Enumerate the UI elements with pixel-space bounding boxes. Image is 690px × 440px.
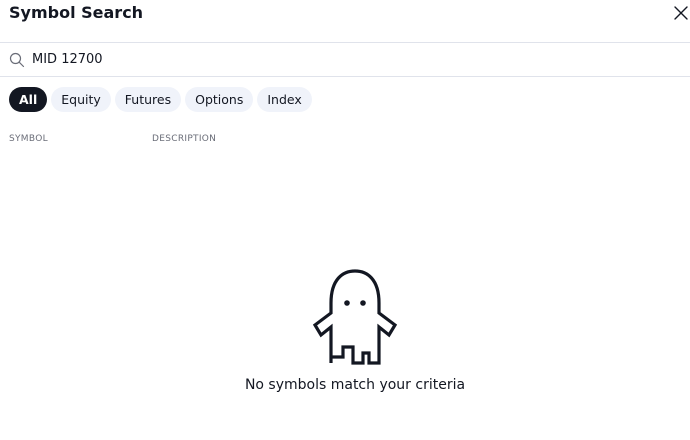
search-input[interactable] [32,49,672,69]
empty-state: No symbols match your criteria [0,265,690,393]
close-icon [674,6,688,20]
filter-equity[interactable]: Equity [51,87,111,112]
dialog-header: Symbol Search [0,0,690,43]
search-icon [9,52,25,68]
filter-tabs: All Equity Futures Options Index [9,87,312,112]
search-row [0,43,690,77]
dialog-title: Symbol Search [9,3,144,22]
filter-all[interactable]: All [9,87,48,112]
filter-index[interactable]: Index [257,87,312,112]
column-header-symbol: SYMBOL [9,134,48,144]
filter-options[interactable]: Options [185,87,254,112]
column-header-description: DESCRIPTION [152,134,217,144]
empty-state-message: No symbols match your criteria [244,377,466,393]
filter-futures[interactable]: Futures [114,87,182,112]
ghost-icon [312,269,398,365]
close-button[interactable] [672,4,690,22]
symbol-search-dialog: Symbol Search All Equity Futures Options… [0,0,690,440]
